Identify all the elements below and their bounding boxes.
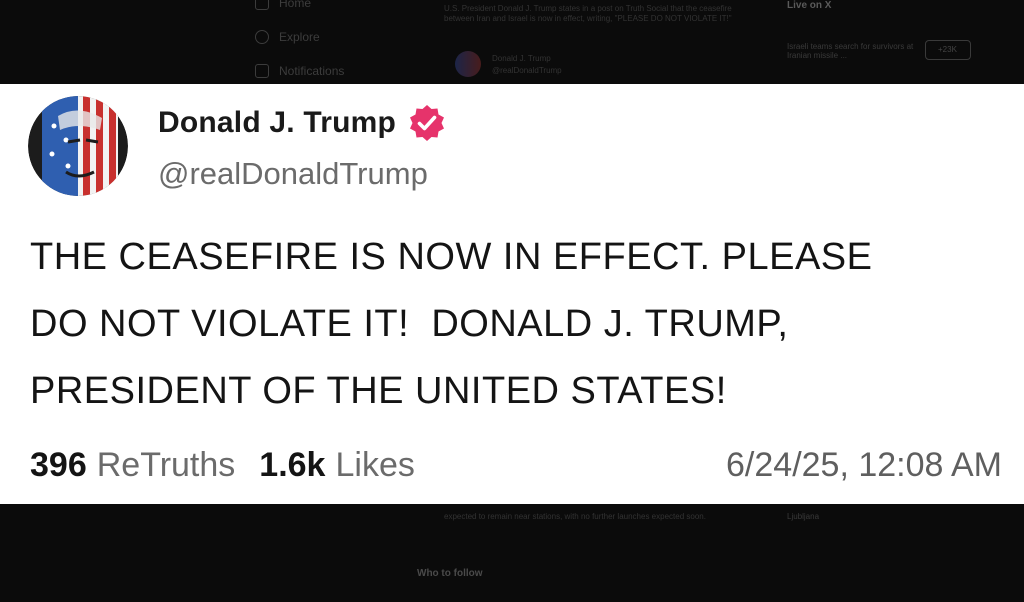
live-count-badge[interactable]: +23K (925, 40, 971, 60)
post-timestamp: 6/24/25, 12:08 AM (726, 446, 1002, 484)
nav-label: Explore (279, 30, 320, 44)
search-icon (255, 30, 269, 44)
likes-stat[interactable]: 1.6k Likes (259, 446, 415, 485)
home-icon (255, 0, 269, 10)
nav-label: Home (279, 0, 312, 10)
side-item: Ljubljana (787, 512, 820, 521)
live-item[interactable]: Israeli teams search for survivors at Ir… (787, 42, 917, 60)
embedded-name: Donald J. Trump (492, 54, 551, 63)
avatar-image (28, 96, 128, 196)
author-handle[interactable]: @realDonaldTrump (158, 156, 428, 192)
nav-item-home[interactable]: Home (255, 0, 311, 10)
embedded-handle: @realDonaldTrump (492, 66, 562, 75)
retruths-stat[interactable]: 396 ReTruths (30, 446, 235, 485)
nav-label: Notifications (279, 64, 345, 78)
bottom-snippet: expected to remain near stations, with n… (444, 512, 706, 521)
verified-badge-icon (408, 104, 446, 142)
author-name[interactable]: Donald J. Trump (158, 106, 396, 140)
nav-item-notifications[interactable]: Notifications (255, 64, 344, 78)
who-to-follow-heading: Who to follow (417, 568, 483, 579)
news-snippet: U.S. President Donald J. Trump states in… (444, 4, 732, 23)
live-count: +23K (938, 45, 957, 54)
retruths-label: ReTruths (96, 446, 236, 484)
embedded-avatar (455, 51, 481, 77)
likes-label: Likes (335, 446, 415, 484)
bell-icon (255, 64, 269, 78)
post-card: Donald J. Trump @realDonaldTrump THE CEA… (0, 84, 1024, 504)
author-avatar[interactable] (28, 96, 128, 196)
nav-item-explore[interactable]: Explore (255, 30, 320, 44)
likes-count: 1.6k (259, 446, 326, 484)
author-row: Donald J. Trump (158, 104, 446, 142)
post-stats: 396 ReTruths 1.6k Likes (30, 446, 415, 485)
post-text: THE CEASEFIRE IS NOW IN EFFECT. PLEASE D… (30, 236, 873, 412)
retruths-count: 396 (30, 446, 87, 484)
live-title: Live on X (787, 0, 832, 11)
